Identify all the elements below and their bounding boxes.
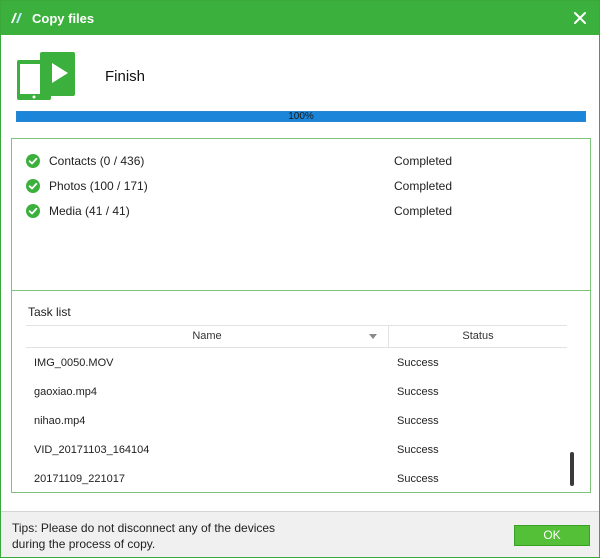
task-list-header: Name Status — [26, 325, 567, 348]
summary-row-photos: Photos (100 / 171) — [26, 177, 148, 195]
table-row[interactable]: VID_20171103_164104 Success — [26, 436, 567, 465]
task-list-scrollbar[interactable] — [569, 349, 575, 489]
summary-row-media: Media (41 / 41) — [26, 202, 130, 220]
chevron-down-icon[interactable] — [369, 334, 377, 339]
task-status: Success — [397, 386, 439, 398]
tips-line-2: during the process of copy. — [12, 537, 156, 551]
task-status: Success — [397, 357, 439, 369]
summary-label: Photos (100 / 171) — [49, 179, 148, 193]
check-circle-icon — [26, 154, 40, 168]
table-row[interactable]: 20171109_221017 Success — [26, 465, 567, 494]
close-icon[interactable] — [571, 9, 589, 27]
task-status: Success — [397, 444, 439, 456]
results-panel: Contacts (0 / 436) Completed Photos (100… — [11, 138, 591, 493]
progress-label: 100% — [288, 111, 314, 122]
panel-divider — [12, 290, 590, 291]
table-row[interactable]: gaoxiao.mp4 Success — [26, 378, 567, 407]
title-bar[interactable]: Copy files — [1, 1, 599, 35]
task-name: nihao.mp4 — [34, 415, 86, 427]
task-name: 20171109_221017 — [34, 473, 125, 485]
status-heading: Finish — [105, 68, 146, 85]
summary-status: Completed — [394, 154, 453, 168]
progress-bar: 100% — [16, 111, 586, 122]
copy-files-dialog: Copy files Finish 100% Contacts (0 / 436… — [0, 0, 600, 558]
summary-label: Contacts (0 / 436) — [49, 154, 145, 168]
task-name: gaoxiao.mp4 — [34, 386, 97, 398]
summary-row-contacts: Contacts (0 / 436) — [26, 152, 144, 170]
summary-status: Completed — [394, 179, 453, 193]
column-header-name-label: Name — [192, 330, 222, 342]
device-transfer-icon — [17, 52, 75, 100]
task-status: Success — [397, 415, 439, 427]
check-circle-icon — [26, 179, 40, 193]
tips-text: Tips: Please do not disconnect any of th… — [12, 520, 332, 552]
task-name: IMG_0050.MOV — [34, 357, 114, 369]
window-title: Copy files — [32, 11, 95, 26]
table-row[interactable]: nihao.mp4 Success — [26, 407, 567, 436]
task-status: Success — [397, 473, 439, 485]
scrollbar-thumb[interactable] — [570, 452, 574, 486]
column-header-name[interactable]: Name — [26, 326, 389, 347]
column-header-status[interactable]: Status — [389, 326, 567, 347]
table-row[interactable]: IMG_0050.MOV Success — [26, 349, 567, 378]
task-list-title: Task list — [28, 305, 71, 319]
check-circle-icon — [26, 204, 40, 218]
ok-button[interactable]: OK — [514, 525, 590, 546]
summary-label: Media (41 / 41) — [49, 204, 130, 218]
task-name: VID_20171103_164104 — [34, 444, 150, 456]
tips-line-1: Tips: Please do not disconnect any of th… — [12, 521, 276, 535]
dialog-footer: Tips: Please do not disconnect any of th… — [1, 511, 599, 557]
summary-status: Completed — [394, 204, 453, 218]
column-header-status-label: Status — [462, 330, 494, 342]
app-logo-icon — [11, 13, 22, 23]
